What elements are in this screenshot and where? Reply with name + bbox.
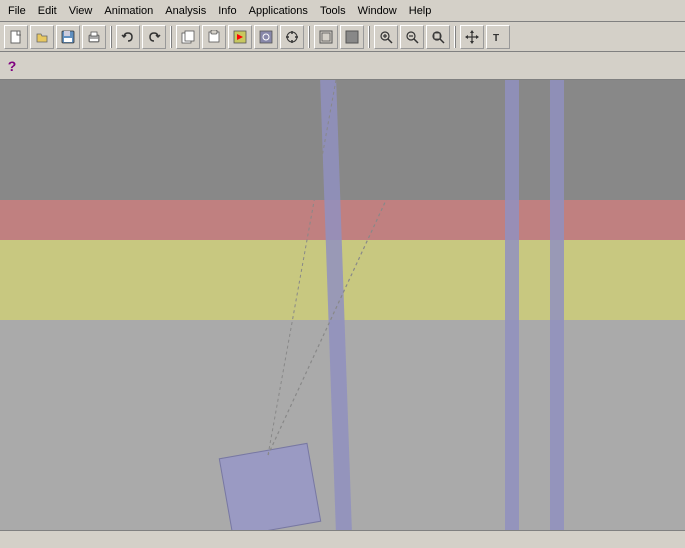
sep5: [454, 26, 456, 48]
sep3: [308, 26, 310, 48]
menu-info[interactable]: Info: [212, 3, 242, 19]
wireframe-icon: [318, 29, 334, 45]
menu-tools[interactable]: Tools: [314, 3, 352, 19]
sep2: [170, 26, 172, 48]
hanging-block[interactable]: [219, 443, 322, 530]
new-icon: [8, 29, 24, 45]
redo-button[interactable]: [142, 25, 166, 49]
save-icon: [60, 29, 76, 45]
sep4: [368, 26, 370, 48]
print-icon: [86, 29, 102, 45]
zoom-out-toolbar-icon: [404, 29, 420, 45]
text-label-button[interactable]: T: [486, 25, 510, 49]
move-button[interactable]: [460, 25, 484, 49]
zoom-out-toolbar-button[interactable]: [400, 25, 424, 49]
copy-view-icon: [180, 29, 196, 45]
render-icon: [232, 29, 248, 45]
svg-text:T: T: [493, 33, 499, 44]
menu-window[interactable]: Window: [352, 3, 403, 19]
menu-view[interactable]: View: [63, 3, 99, 19]
undo-button[interactable]: [116, 25, 140, 49]
zoom-in-toolbar-icon: [378, 29, 394, 45]
menu-file[interactable]: File: [2, 3, 32, 19]
solid-button[interactable]: [340, 25, 364, 49]
menu-help[interactable]: Help: [403, 3, 438, 19]
solid-icon: [344, 29, 360, 45]
undo-icon: [120, 29, 136, 45]
3d-viewport[interactable]: [0, 80, 685, 530]
open-icon: [34, 29, 50, 45]
snap-icon: [284, 29, 300, 45]
menu-applications[interactable]: Applications: [243, 3, 314, 19]
sep1: [110, 26, 112, 48]
menubar: File Edit View Animation Analysis Info A…: [0, 0, 685, 22]
new-button[interactable]: [4, 25, 28, 49]
save-button[interactable]: [56, 25, 80, 49]
layer-gray-top: [0, 80, 685, 200]
text-label-icon: T: [490, 29, 506, 45]
column-2: [505, 80, 519, 530]
redo-icon: [146, 29, 162, 45]
render-button[interactable]: [228, 25, 252, 49]
render2-button[interactable]: [254, 25, 278, 49]
statusbar: [0, 530, 685, 548]
column-3: [550, 80, 564, 530]
zoom-fit-toolbar-button[interactable]: [426, 25, 450, 49]
zoom-fit-toolbar-icon: [430, 29, 446, 45]
layer-pink: [0, 200, 685, 240]
render2-icon: [258, 29, 274, 45]
menu-animation[interactable]: Animation: [98, 3, 159, 19]
print-button[interactable]: [82, 25, 106, 49]
zoom-in-toolbar-button[interactable]: [374, 25, 398, 49]
paste-view-icon: [206, 29, 222, 45]
menu-analysis[interactable]: Analysis: [159, 3, 212, 19]
open-button[interactable]: [30, 25, 54, 49]
move-icon: [464, 29, 480, 45]
toolbar-secondary: ?: [0, 52, 685, 80]
wireframe-button[interactable]: [314, 25, 338, 49]
toolbar-main: T: [0, 22, 685, 52]
menu-edit[interactable]: Edit: [32, 3, 63, 19]
snap-button[interactable]: [280, 25, 304, 49]
cursor-mode-indicator: ?: [4, 55, 20, 77]
paste-view-button[interactable]: [202, 25, 226, 49]
copy-view-button[interactable]: [176, 25, 200, 49]
